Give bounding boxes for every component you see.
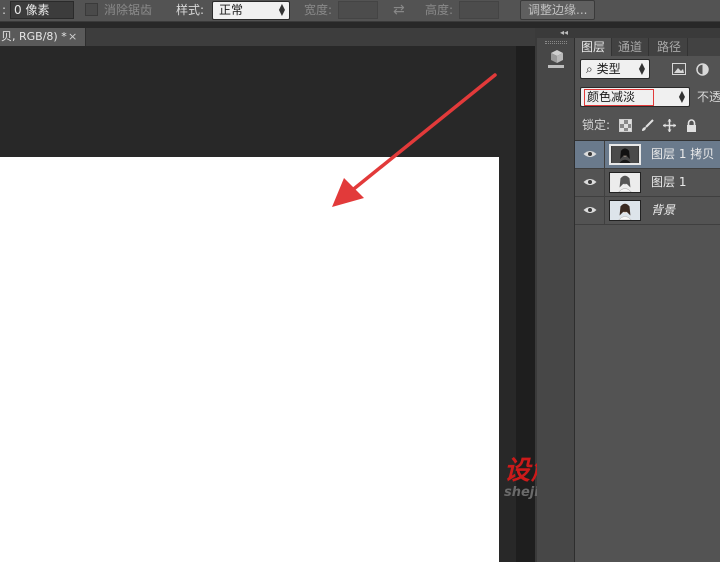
layer-row[interactable]: 背景 xyxy=(575,197,720,225)
panel-tabs: 图层 通道 路径 xyxy=(575,38,720,56)
select-caret-icon: ▲ ▼ xyxy=(278,2,285,17)
antialias-checkbox[interactable] xyxy=(85,3,98,16)
close-icon[interactable]: × xyxy=(68,28,77,46)
layer-name: 背景 xyxy=(651,203,676,217)
layer-thumbnail[interactable] xyxy=(609,200,641,221)
document-tab[interactable]: 贝, RGB/8) * × xyxy=(0,28,86,46)
panel-header-strip xyxy=(575,28,720,38)
document-tab-title: 贝, RGB/8) * xyxy=(1,30,67,43)
visibility-eye-icon[interactable] xyxy=(583,149,597,159)
options-bar: : 0 像素 消除锯齿 样式: 正常 ▲ ▼ 宽度: ⇄ 高度: 调整边缘... xyxy=(0,0,720,22)
collapsed-panel-strip: ◂◂ xyxy=(537,28,575,562)
divider xyxy=(604,141,605,168)
tab-layers[interactable]: 图层 xyxy=(575,38,613,56)
layers-panel: 图层 通道 路径 ⌕ 类型 ▲ ▼ 颜色减淡 ▲ ▼ 不透 锁定: 图层 1 拷… xyxy=(575,28,720,562)
image-filter-icon[interactable] xyxy=(672,63,686,75)
tab-paths[interactable]: 路径 xyxy=(651,38,689,56)
layer-name: 图层 1 xyxy=(651,175,687,189)
lock-transparency-icon[interactable] xyxy=(619,119,632,132)
select-caret-icon: ▲ ▼ xyxy=(638,61,645,76)
collapse-panels-icon[interactable]: ◂◂ xyxy=(537,28,575,38)
width-label: 宽度: xyxy=(304,3,333,17)
divider xyxy=(604,197,605,224)
blend-mode-value: 颜色减淡 xyxy=(587,90,636,104)
lock-all-icon[interactable] xyxy=(685,119,698,132)
divider xyxy=(604,169,605,196)
portrait-thumbnail-icon xyxy=(610,173,640,192)
document-canvas[interactable] xyxy=(0,157,499,562)
layer-row[interactable]: 图层 1 拷贝 xyxy=(575,141,720,169)
adjustment-filter-icon[interactable] xyxy=(696,63,709,76)
lock-row: 锁定: xyxy=(575,115,720,135)
layer-list: 图层 1 拷贝 图层 1 背景 xyxy=(575,140,720,562)
select-caret-icon: ▲ ▼ xyxy=(678,89,685,104)
style-select[interactable]: 正常 ▲ ▼ xyxy=(212,1,290,20)
document-tab-bar: 贝, RGB/8) * × xyxy=(0,28,535,46)
search-icon: ⌕ xyxy=(586,62,593,76)
layer-filter-value: 类型 xyxy=(596,62,621,76)
refine-edge-button[interactable]: 调整边缘... xyxy=(520,0,596,20)
layer-thumbnail[interactable] xyxy=(609,144,641,165)
annotation-arrow-icon xyxy=(332,73,497,207)
opacity-label: 不透 xyxy=(697,90,720,104)
layer-thumbnail[interactable] xyxy=(609,172,641,193)
feather-input[interactable]: 0 像素 xyxy=(10,1,74,19)
feather-label: : xyxy=(2,3,7,17)
lock-position-move-icon[interactable] xyxy=(663,119,676,132)
layer-filter-select[interactable]: ⌕ 类型 ▲ ▼ xyxy=(580,59,650,79)
tab-channels[interactable]: 通道 xyxy=(612,38,650,56)
panel-grip-icon[interactable] xyxy=(545,41,567,44)
3d-cube-icon[interactable] xyxy=(545,49,567,71)
blend-mode-select[interactable]: 颜色减淡 ▲ ▼ xyxy=(580,87,690,107)
height-input[interactable] xyxy=(459,1,499,19)
height-label: 高度: xyxy=(425,3,454,17)
style-label: 样式: xyxy=(176,3,205,17)
layer-row[interactable]: 图层 1 xyxy=(575,169,720,197)
antialias-label: 消除锯齿 xyxy=(104,3,153,17)
layer-name: 图层 1 拷贝 xyxy=(651,147,715,161)
portrait-thumbnail-icon xyxy=(612,146,638,163)
visibility-eye-icon[interactable] xyxy=(583,177,597,187)
style-value: 正常 xyxy=(219,3,244,17)
lock-label: 锁定: xyxy=(582,118,611,132)
visibility-eye-icon[interactable] xyxy=(583,205,597,215)
width-input[interactable] xyxy=(338,1,378,19)
portrait-thumbnail-icon xyxy=(610,201,640,220)
lock-pixels-brush-icon[interactable] xyxy=(641,119,654,132)
swap-dimensions-icon[interactable]: ⇄ xyxy=(393,1,405,19)
